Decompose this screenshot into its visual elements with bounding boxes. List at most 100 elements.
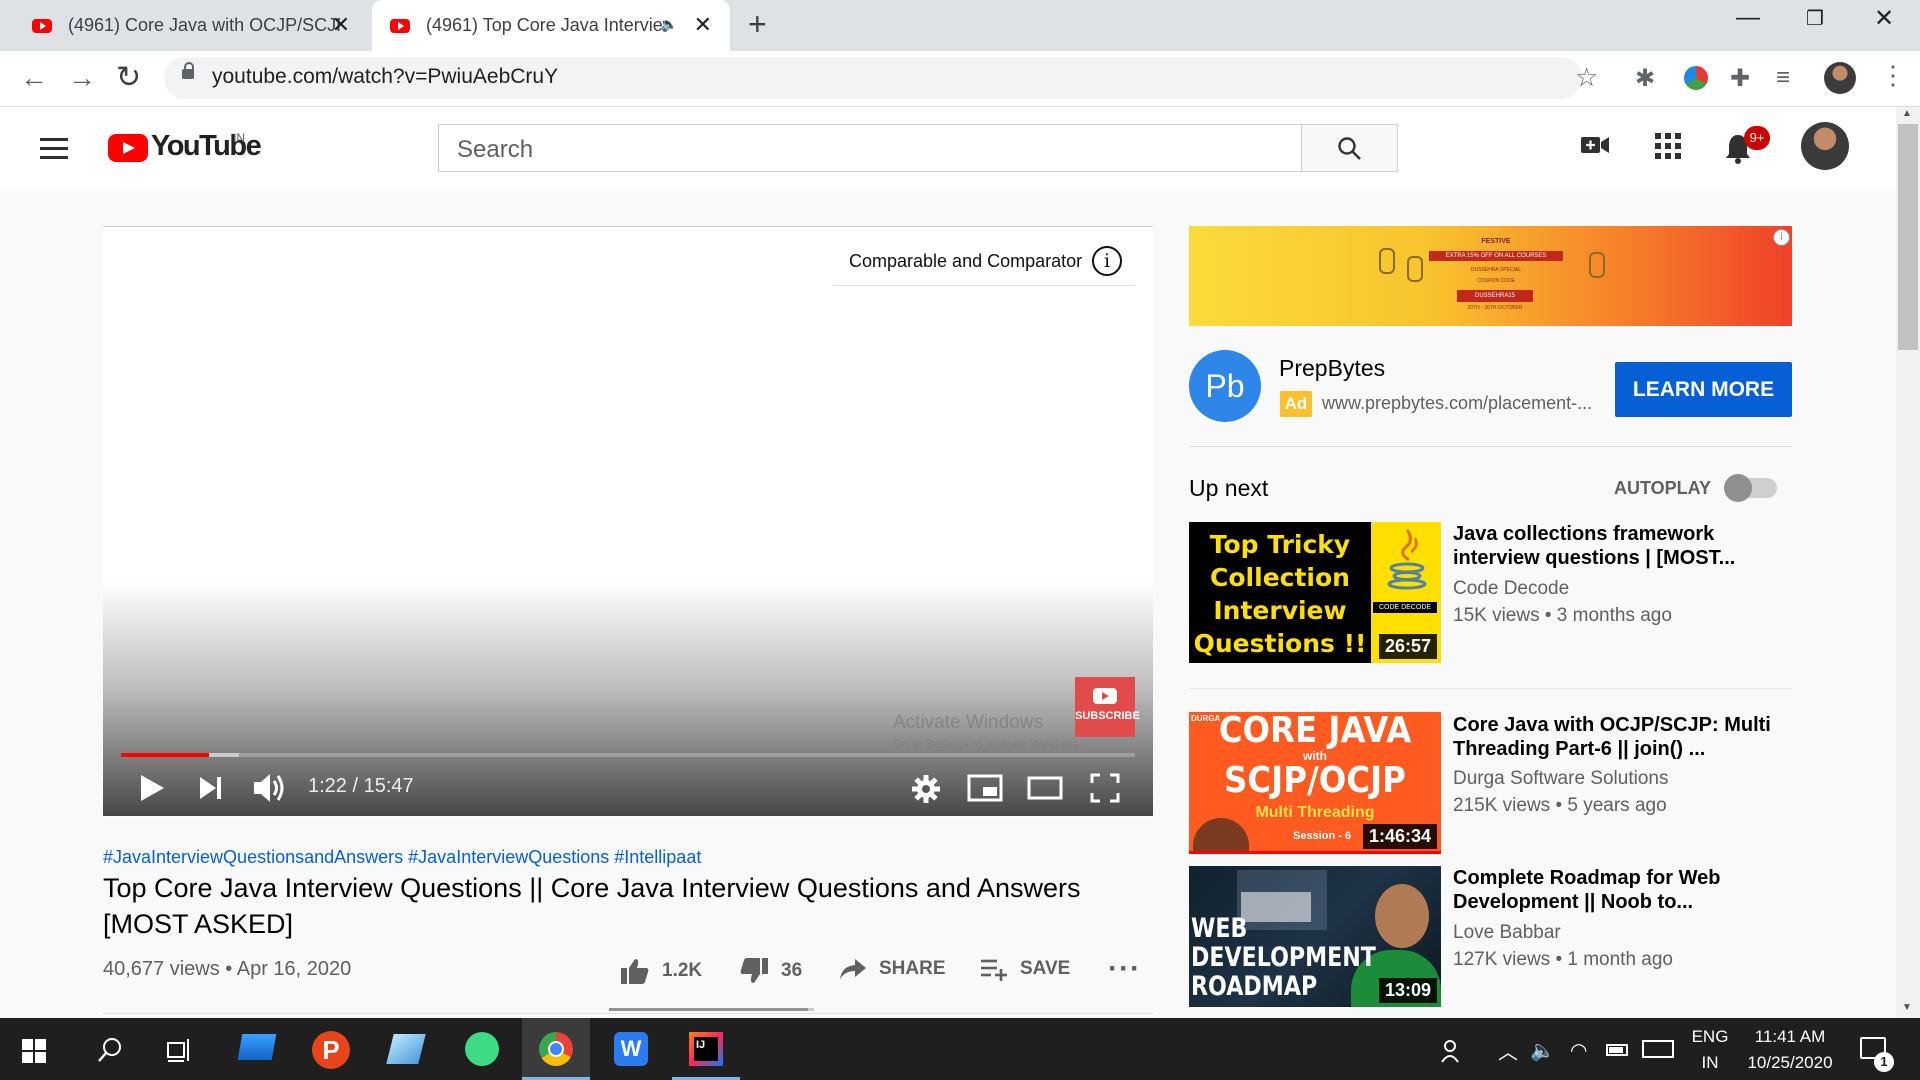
dislike-count: 36 <box>781 960 803 981</box>
taskbar-clock[interactable]: 11:41 AM 10/25/2020 <box>1738 1024 1842 1076</box>
bug-extension-icon[interactable]: ✱ <box>1635 64 1655 93</box>
account-avatar[interactable] <box>1801 122 1849 170</box>
subscribe-watermark[interactable]: SUBSCRIBE <box>1075 677 1140 737</box>
chrome-app-icon[interactable] <box>539 1032 573 1066</box>
close-tab-icon[interactable]: ✕ <box>332 12 350 38</box>
save-button[interactable]: SAVE <box>980 957 1070 981</box>
tab-title: (4961) Top Core Java Interview Questions <box>426 15 666 35</box>
bookmark-star-icon[interactable]: ☆ <box>1575 62 1598 93</box>
search-button[interactable] <box>1301 124 1398 172</box>
lock-icon[interactable] <box>182 62 194 79</box>
tab-top-core-java[interactable]: (4961) Top Core Java Interview Questions… <box>372 0 730 51</box>
related-video-title[interactable]: Core Java with OCJP/SCJP: Multi Threadin… <box>1453 713 1773 761</box>
psiphon-app-icon[interactable]: P <box>312 1031 350 1069</box>
intellij-app-icon[interactable]: IJ <box>689 1032 723 1066</box>
playlist-add-icon <box>981 959 1007 981</box>
lantern-icon <box>1379 248 1395 274</box>
related-video-title[interactable]: Complete Roadmap for Web Development || … <box>1453 866 1773 914</box>
create-video-icon[interactable] <box>1580 130 1610 160</box>
people-icon[interactable] <box>1440 1038 1466 1064</box>
video-hashtags[interactable]: #JavaInterviewQuestionsandAnswers #JavaI… <box>103 847 701 868</box>
video-thumbnail[interactable]: WEB DEVELOPMENT ROADMAP 13:09 <box>1189 866 1441 1007</box>
advertiser-logo[interactable]: Pb <box>1189 350 1261 422</box>
banner-line: DUSSEHRA15 <box>1457 290 1533 302</box>
channel-name[interactable]: Durga Software Solutions <box>1453 768 1668 790</box>
restore-window-button[interactable]: ❐ <box>1806 6 1824 31</box>
banner-line: DUSSEHRA SPECIAL <box>1470 267 1522 273</box>
learn-more-button[interactable]: LEARN MORE <box>1615 362 1792 417</box>
youtube-logo-icon[interactable] <box>108 134 148 162</box>
scroll-down-arrow-icon[interactable]: ▼ <box>1902 1002 1912 1013</box>
presenter-image <box>1193 818 1249 853</box>
reload-icon[interactable]: ↻ <box>116 60 141 95</box>
video-thumbnail[interactable]: Top Tricky Collection Interview Question… <box>1189 522 1441 663</box>
windows-start-icon[interactable] <box>22 1039 46 1063</box>
media-control-icon[interactable]: ≡ <box>1776 64 1790 92</box>
android-studio-app-icon[interactable] <box>465 1032 499 1066</box>
color-extension-icon[interactable] <box>1684 66 1708 90</box>
more-actions-icon[interactable]: ··· <box>1108 952 1141 986</box>
theater-mode-icon[interactable] <box>1027 775 1063 801</box>
volume-tray-icon[interactable]: 🔈 <box>1530 1038 1555 1063</box>
activate-windows-title: Activate Windows <box>893 712 1043 733</box>
audio-playing-icon[interactable]: 🔈 <box>661 16 678 33</box>
scroll-up-arrow-icon[interactable]: ▲ <box>1902 108 1912 119</box>
guide-menu-icon[interactable] <box>40 138 68 160</box>
input-language[interactable]: ENG IN <box>1690 1024 1730 1076</box>
country-code: IN <box>233 131 245 145</box>
advertiser-name[interactable]: PrepBytes <box>1279 355 1385 382</box>
browser-menu-icon[interactable]: ⋮ <box>1880 60 1906 91</box>
search-icon <box>1338 137 1361 160</box>
autoplay-toggle-knob[interactable] <box>1724 474 1752 502</box>
keyboard-tray-icon[interactable] <box>1642 1040 1674 1058</box>
video-thumbnail[interactable]: DURGA CORE JAVA with SCJP/OCJP Multi Thr… <box>1189 712 1441 853</box>
task-view-icon[interactable] <box>166 1037 194 1063</box>
url-text[interactable]: youtube.com/watch?v=PwiuAebCruY <box>212 65 558 89</box>
share-button[interactable]: SHARE <box>839 957 946 981</box>
language-code: ENG <box>1691 1027 1729 1046</box>
thumbnail-text: CORE JAVA <box>1218 712 1412 751</box>
close-tab-icon[interactable]: ✕ <box>694 12 712 38</box>
play-icon[interactable] <box>138 773 166 803</box>
channel-name[interactable]: Code Decode <box>1453 578 1569 600</box>
divider <box>1189 446 1792 447</box>
dislike-button[interactable]: 36 <box>739 957 802 985</box>
back-arrow-icon[interactable]: ← <box>20 62 48 94</box>
banner-line: COUPON CODE <box>1477 278 1515 284</box>
progress-bar[interactable] <box>121 753 1135 757</box>
apps-grid-icon[interactable] <box>1653 130 1683 160</box>
scrollbar-thumb[interactable] <box>1898 124 1918 350</box>
like-button[interactable]: 1.2K <box>620 957 702 985</box>
youtube-favicon-icon <box>390 18 410 33</box>
channel-name[interactable]: Love Babbar <box>1453 922 1561 944</box>
new-tab-button[interactable]: + <box>748 6 767 43</box>
info-card-icon[interactable]: i <box>1092 246 1122 276</box>
wps-office-app-icon[interactable]: W <box>614 1032 648 1066</box>
settings-gear-icon[interactable] <box>911 774 941 804</box>
show-hidden-icons-chevron-icon[interactable]: ︿ <box>1498 1036 1518 1065</box>
notification-count-badge: 1 <box>1874 1052 1894 1072</box>
search-input[interactable]: Search <box>438 124 1302 172</box>
close-window-button[interactable]: ✕ <box>1874 4 1894 33</box>
extensions-puzzle-icon[interactable]: ✚ <box>1730 64 1750 93</box>
profile-avatar[interactable] <box>1824 62 1856 94</box>
info-card-teaser[interactable]: Comparable and Comparator <box>849 251 1082 272</box>
tab-core-java-ocjp[interactable]: (4961) Core Java with OCJP/SCJP: Multi T… <box>18 0 368 51</box>
next-video-icon[interactable] <box>198 775 224 801</box>
thumbs-up-icon <box>621 959 649 984</box>
miniplayer-icon[interactable] <box>967 773 1003 803</box>
related-video-title[interactable]: Java collections framework interview que… <box>1453 522 1773 570</box>
forward-arrow-icon[interactable]: → <box>68 62 96 94</box>
this-pc-app-icon[interactable] <box>237 1034 277 1060</box>
time-display: 1:22 / 15:47 <box>308 775 414 797</box>
ad-banner[interactable]: FESTIVE EXTRA 15% OFF ON ALL COURSES DUS… <box>1189 226 1792 326</box>
progress-played <box>121 753 209 757</box>
video-stats: 215K views • 5 years ago <box>1453 795 1667 816</box>
taskbar-search-icon[interactable] <box>96 1036 124 1064</box>
battery-tray-icon[interactable] <box>1606 1044 1628 1056</box>
ad-info-icon[interactable]: i <box>1773 229 1790 246</box>
wifi-tray-icon[interactable]: ◠ <box>1570 1038 1587 1063</box>
fullscreen-icon[interactable] <box>1090 773 1120 803</box>
minimize-window-button[interactable]: — <box>1736 4 1760 32</box>
volume-icon[interactable] <box>252 771 288 805</box>
